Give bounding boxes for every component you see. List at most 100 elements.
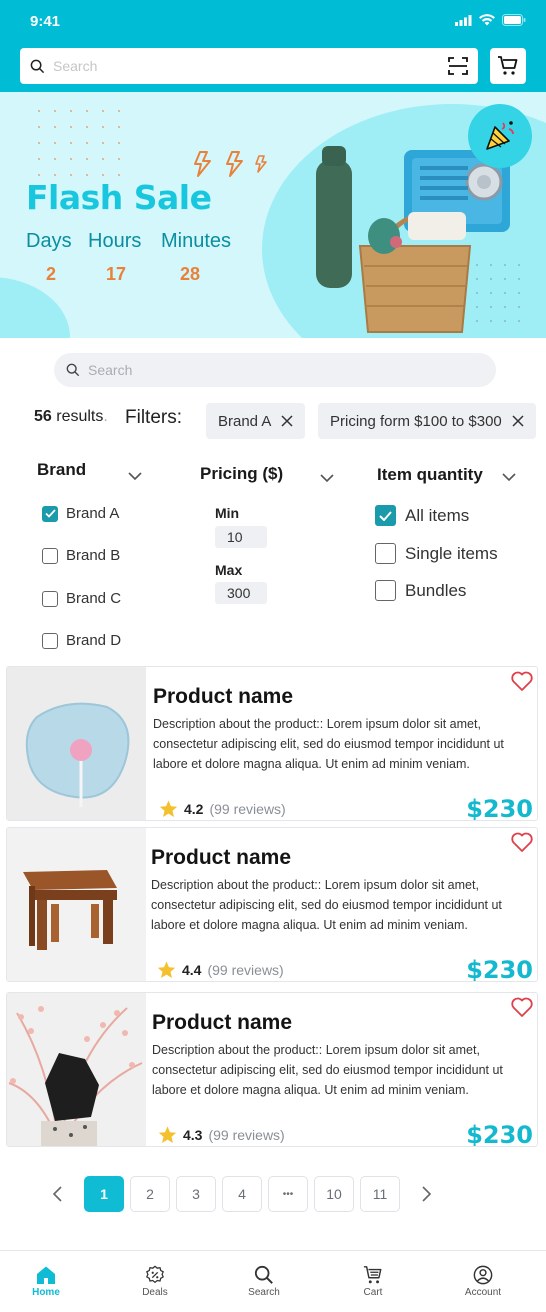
chevron-down-icon[interactable] <box>128 472 142 481</box>
heart-icon[interactable] <box>510 831 534 853</box>
filter-chip-label: Brand A <box>218 412 272 430</box>
pricing-min-input[interactable]: 10 <box>215 526 267 548</box>
results-number: 56 <box>34 408 52 425</box>
quantity-option-all[interactable]: All items <box>375 505 469 526</box>
countdown-hours: 17 <box>106 264 127 284</box>
brand-option-b[interactable]: Brand B <box>42 547 120 564</box>
product-card[interactable]: Product name Description about the produ… <box>6 827 538 982</box>
nav-item-cart[interactable]: Cart <box>333 1265 413 1298</box>
product-card[interactable]: Product name Description about the produ… <box>6 992 538 1147</box>
product-name[interactable]: Product name <box>151 846 291 870</box>
nav-item-deals[interactable]: Deals <box>115 1265 195 1298</box>
review-count[interactable]: (99 reviews) <box>208 1127 284 1143</box>
nav-item-home[interactable]: Home <box>6 1265 86 1298</box>
brand-option-label: Brand A <box>66 505 120 522</box>
brand-option-d[interactable]: Brand D <box>42 632 121 649</box>
pricing-min-label: Min <box>215 505 240 521</box>
wifi-icon <box>479 14 495 26</box>
rating-value: 4.2 <box>184 801 204 817</box>
check-icon <box>44 509 56 518</box>
review-count[interactable]: (99 reviews) <box>207 962 283 978</box>
nav-item-account[interactable]: Account <box>443 1265 523 1298</box>
quantity-option-bundles[interactable]: Bundles <box>375 580 466 601</box>
page-ellipsis[interactable]: ••• <box>268 1176 308 1212</box>
product-name[interactable]: Product name <box>152 1011 292 1035</box>
checkbox[interactable] <box>42 590 58 607</box>
bottom-navigation: Home Deals Search Cart Account <box>0 1250 546 1312</box>
countdown-label-days: Days <box>26 230 72 252</box>
quantity-option-single[interactable]: Single items <box>375 543 498 564</box>
close-icon[interactable] <box>512 415 524 427</box>
filter-chip-label: Pricing form $100 to $300 <box>330 412 502 430</box>
star-icon <box>158 1126 177 1143</box>
filter-chip-pricing[interactable]: Pricing form $100 to $300 <box>318 403 536 439</box>
checkbox-checked[interactable] <box>375 505 396 526</box>
countdown-labels: Days Hours Minutes <box>26 230 231 253</box>
party-popper-icon <box>486 121 514 150</box>
search-icon <box>254 1265 273 1284</box>
product-card[interactable]: Product name Description about the produ… <box>6 666 538 821</box>
page-button[interactable]: 2 <box>130 1176 170 1212</box>
checkbox-checked[interactable] <box>42 505 58 522</box>
checkbox[interactable] <box>375 543 396 564</box>
cart-icon <box>363 1266 382 1284</box>
page-button[interactable]: 10 <box>314 1176 354 1212</box>
header-search-placeholder: Search <box>53 58 98 74</box>
product-name[interactable]: Product name <box>153 685 293 709</box>
scan-icon[interactable] <box>448 57 468 75</box>
checkbox[interactable] <box>42 632 58 649</box>
chevron-down-icon[interactable] <box>320 474 334 483</box>
quantity-filter-title[interactable]: Item quantity <box>377 465 483 485</box>
chevron-left-icon[interactable] <box>50 1185 66 1203</box>
signal-icon <box>455 14 472 26</box>
star-icon <box>159 800 178 817</box>
checkbox[interactable] <box>42 547 58 564</box>
cart-icon <box>498 56 518 75</box>
deals-icon <box>146 1265 164 1284</box>
account-icon <box>473 1265 493 1285</box>
product-description: Description about the product:: Lorem ip… <box>152 1043 503 1097</box>
quantity-option-label: Bundles <box>405 580 467 600</box>
review-count[interactable]: (99 reviews) <box>209 801 285 817</box>
flash-sale-banner[interactable]: Flash Sale Days Hours Minutes 2 17 28 <box>0 92 546 338</box>
heart-icon[interactable] <box>510 996 534 1018</box>
pricing-max-input[interactable]: 300 <box>215 582 267 604</box>
page-button[interactable]: 3 <box>176 1176 216 1212</box>
battery-icon <box>502 14 526 26</box>
brand-option-a[interactable]: Brand A <box>42 505 119 522</box>
checkbox[interactable] <box>375 580 396 601</box>
page-button[interactable]: 4 <box>222 1176 262 1212</box>
star-icon <box>157 961 176 978</box>
nav-item-search[interactable]: Search <box>224 1265 304 1298</box>
status-icons <box>455 14 526 26</box>
nav-label: Account <box>464 1287 502 1298</box>
close-icon[interactable] <box>281 415 293 427</box>
status-time: 9:41 <box>30 13 61 30</box>
pagination: 1 2 3 4 ••• 10 11 <box>0 1176 546 1214</box>
nav-label: Home <box>32 1287 60 1298</box>
brand-filter-title[interactable]: Brand <box>37 460 86 480</box>
product-price: $230 <box>466 1121 533 1147</box>
chevron-down-icon[interactable] <box>502 473 516 482</box>
header-search-input[interactable]: Search <box>20 48 478 84</box>
results-suffix: results <box>56 408 104 425</box>
chevron-right-icon[interactable] <box>418 1185 434 1203</box>
party-popper-button[interactable] <box>468 104 532 168</box>
heart-icon[interactable] <box>510 670 534 692</box>
product-search-input[interactable]: Search <box>54 353 496 387</box>
header-cart-button[interactable] <box>490 48 526 84</box>
quantity-option-label: All items <box>405 505 470 525</box>
brand-option-label: Brand C <box>66 590 122 607</box>
countdown-label-hours: Hours <box>88 230 142 252</box>
brand-option-c[interactable]: Brand C <box>42 590 121 607</box>
pricing-filter-title[interactable]: Pricing ($) <box>200 464 283 484</box>
countdown-days: 2 <box>46 264 57 284</box>
product-description: Description about the product:: Lorem ip… <box>151 878 502 932</box>
app-header: 9:41 Search <box>0 0 546 92</box>
quantity-option-label: Single items <box>405 543 498 563</box>
filter-chip-brand[interactable]: Brand A <box>206 403 306 439</box>
page-button[interactable]: 11 <box>360 1176 400 1212</box>
filters-label: Filters: <box>125 407 182 428</box>
page-button-current[interactable]: 1 <box>84 1176 124 1212</box>
rating-value: 4.3 <box>183 1127 203 1143</box>
